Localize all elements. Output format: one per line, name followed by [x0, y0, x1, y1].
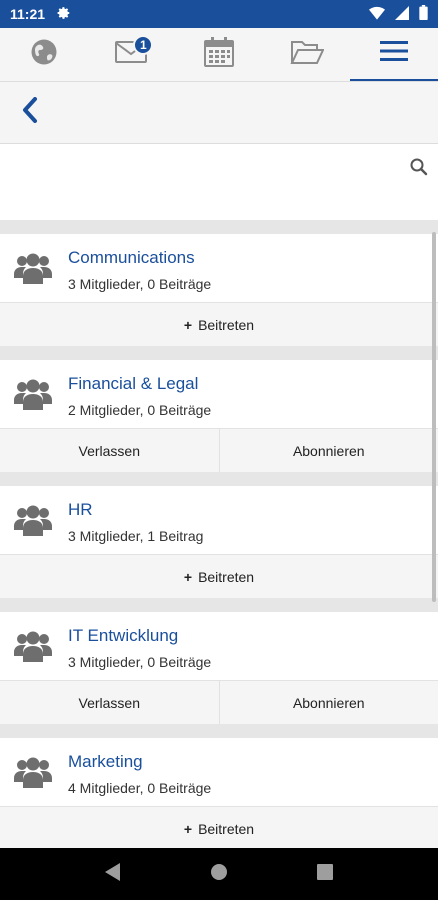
group-actions: Verlassen Abonnieren	[0, 680, 438, 724]
search-area	[0, 144, 438, 220]
system-nav-bar	[0, 848, 438, 900]
signal-icon	[395, 5, 409, 23]
group-actions: Verlassen Abonnieren	[0, 428, 438, 472]
group-name[interactable]: Communications	[68, 248, 195, 268]
group-icon	[14, 756, 52, 795]
plus-icon: +	[183, 820, 193, 837]
settings-icon	[57, 6, 71, 23]
join-label: Beitreten	[198, 316, 255, 333]
nav-header	[0, 82, 438, 144]
home-circle-icon[interactable]	[210, 863, 228, 886]
group-actions: + Beitreten	[0, 554, 438, 598]
group-meta: 4 Mitglieder, 0 Beiträge	[68, 780, 212, 796]
status-time: 11:21	[10, 6, 46, 22]
join-label: Beitreten	[198, 820, 255, 837]
group-meta: 3 Mitglieder, 0 Beiträge	[68, 276, 212, 292]
group-header[interactable]: HR 3 Mitglieder, 1 Beitrag	[0, 486, 438, 554]
group-card: IT Entwicklung 3 Mitglieder, 0 Beiträge …	[0, 612, 438, 724]
search-input[interactable]	[0, 144, 400, 192]
group-meta: 3 Mitglieder, 1 Beitrag	[68, 528, 204, 544]
group-header[interactable]: Financial & Legal 2 Mitglieder, 0 Beiträ…	[0, 360, 438, 428]
group-actions: + Beitreten	[0, 302, 438, 346]
group-icon	[14, 504, 52, 543]
group-icon	[14, 378, 52, 417]
group-meta: 3 Mitglieder, 0 Beiträge	[68, 654, 212, 670]
group-meta: 2 Mitglieder, 0 Beiträge	[68, 402, 212, 418]
group-card: Communications 3 Mitglieder, 0 Beiträge …	[0, 234, 438, 346]
group-list: Communications 3 Mitglieder, 0 Beiträge …	[0, 220, 438, 848]
tab-mail[interactable]: 1	[88, 28, 176, 81]
join-button[interactable]: + Beitreten	[0, 303, 438, 346]
folder-icon	[290, 39, 325, 70]
group-name[interactable]: Marketing	[68, 752, 143, 772]
subscribe-button[interactable]: Abonnieren	[218, 681, 438, 724]
recents-square-icon[interactable]	[317, 863, 334, 885]
group-icon	[14, 630, 52, 669]
tab-globe[interactable]	[0, 28, 88, 81]
tab-calendar[interactable]	[175, 28, 263, 81]
leave-button[interactable]: Verlassen	[0, 429, 219, 472]
group-header[interactable]: Marketing 4 Mitglieder, 0 Beiträge	[0, 738, 438, 806]
group-card: Marketing 4 Mitglieder, 0 Beiträge + Beit…	[0, 738, 438, 848]
tab-bar: 1	[0, 28, 438, 82]
back-chevron-icon[interactable]	[22, 97, 38, 128]
join-label: Beitreten	[198, 568, 255, 585]
join-button[interactable]: + Beitreten	[0, 807, 438, 848]
tab-files[interactable]	[263, 28, 351, 81]
leave-button[interactable]: Verlassen	[0, 681, 219, 724]
subscribe-button[interactable]: Abonnieren	[218, 429, 438, 472]
plus-icon: +	[183, 568, 193, 585]
group-name[interactable]: Financial & Legal	[68, 374, 198, 394]
mail-badge: 1	[133, 35, 154, 55]
group-icon	[14, 252, 52, 291]
back-triangle-icon[interactable]	[104, 862, 121, 886]
wifi-icon	[369, 6, 385, 23]
join-button[interactable]: + Beitreten	[0, 555, 438, 598]
group-name[interactable]: HR	[68, 500, 93, 520]
group-name[interactable]: IT Entwicklung	[68, 626, 178, 646]
status-bar: 11:21	[0, 0, 438, 28]
menu-icon	[380, 39, 409, 68]
search-icon[interactable]	[410, 158, 428, 181]
group-actions: + Beitreten	[0, 806, 438, 848]
group-header[interactable]: IT Entwicklung 3 Mitglieder, 0 Beiträge	[0, 612, 438, 680]
calendar-icon	[203, 37, 234, 72]
globe-icon	[30, 38, 58, 71]
group-header[interactable]: Communications 3 Mitglieder, 0 Beiträge	[0, 234, 438, 302]
tab-menu[interactable]	[350, 28, 438, 81]
battery-icon	[419, 5, 428, 23]
group-card: HR 3 Mitglieder, 1 Beitrag + Beitreten	[0, 486, 438, 598]
scrollbar-thumb[interactable]	[432, 232, 436, 602]
group-card: Financial & Legal 2 Mitglieder, 0 Beiträ…	[0, 360, 438, 472]
plus-icon: +	[183, 316, 193, 333]
